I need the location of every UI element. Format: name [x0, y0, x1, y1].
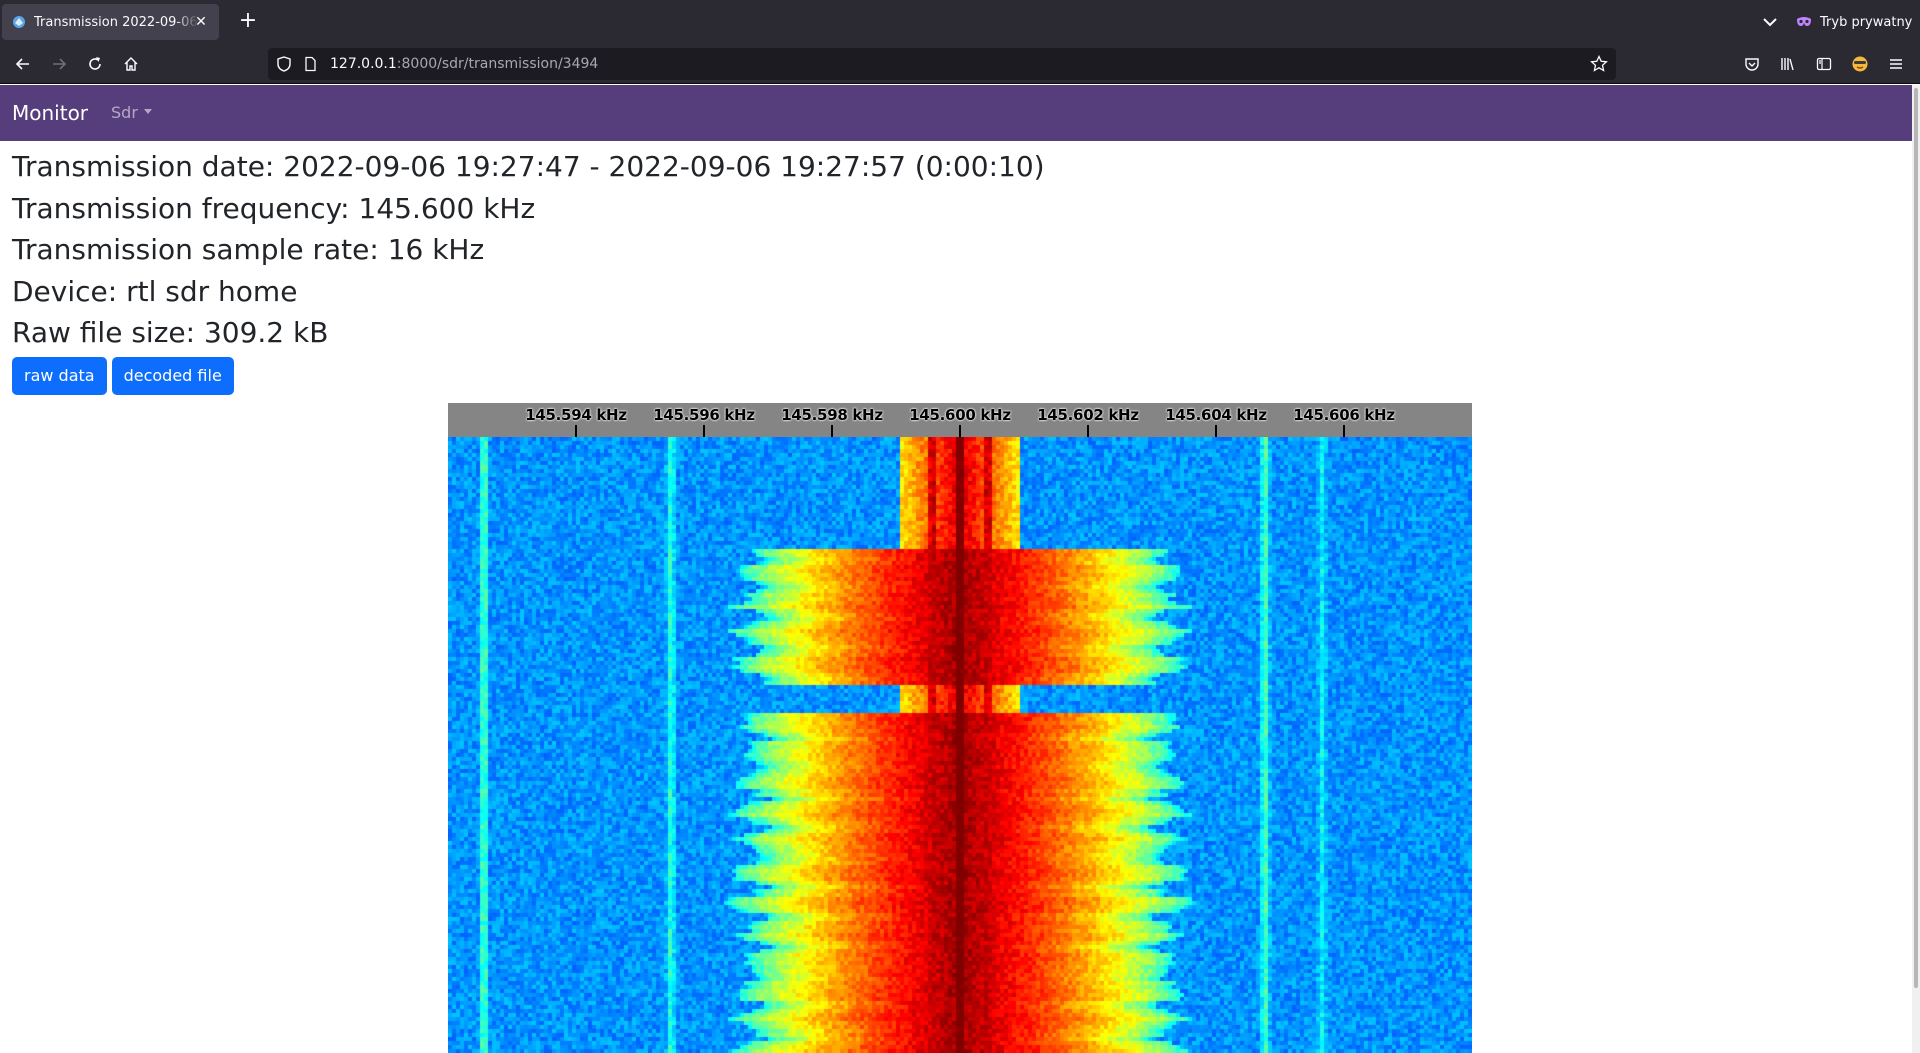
transmission-date: Transmission date: 2022-09-06 19:27:47 -… [12, 150, 1045, 183]
sidebar-button[interactable] [1810, 50, 1838, 78]
extension-emoji-icon [1852, 56, 1868, 72]
home-icon [124, 57, 138, 71]
reload-button[interactable] [81, 50, 109, 78]
library-icon [1781, 58, 1794, 71]
url-text[interactable]: 127.0.0.1:8000/sdr/transmission/3494 [330, 48, 598, 80]
pocket-icon [1745, 58, 1759, 71]
frequency-axis: 145.594 kHz 145.596 kHz 145.598 kHz 145.600… [448, 403, 1472, 437]
axis-tick-mark [959, 425, 961, 437]
dropdown-caret-icon [143, 109, 152, 114]
address-bar[interactable]: 127.0.0.1:8000/sdr/transmission/3494 [268, 48, 1616, 80]
sdr-dropdown-toggle[interactable]: Sdr [111, 85, 152, 141]
transmission-device: Device: rtl sdr home [12, 274, 298, 308]
sidebar-icon [1816, 57, 1832, 71]
tab-list-chevron-icon[interactable] [1758, 10, 1782, 34]
extension-button[interactable] [1846, 50, 1874, 78]
tracking-shield-icon[interactable] [276, 56, 292, 72]
forward-arrow-icon [53, 58, 67, 70]
back-arrow-icon [15, 58, 29, 70]
action-buttons: raw data decoded file [12, 357, 239, 395]
site-favicon-icon [13, 16, 25, 28]
axis-tick-label: 145.600 kHz [909, 406, 1011, 424]
raw-file-size: Raw file size: 309.2 kB [12, 316, 329, 350]
axis-tick-label: 145.594 kHz [525, 406, 627, 424]
site-navbar: Monitor Sdr [0, 85, 1920, 141]
bookmark-star-icon[interactable] [1590, 55, 1608, 73]
pocket-button[interactable] [1738, 50, 1766, 78]
url-host: 127.0.0.1 [330, 56, 397, 72]
axis-tick-mark [1343, 425, 1345, 437]
site-brand-link[interactable]: Monitor [12, 85, 88, 141]
new-tab-button[interactable]: + [234, 8, 262, 36]
axis-tick-label: 145.602 kHz [1037, 406, 1139, 424]
hamburger-menu-icon [1890, 59, 1902, 69]
app-menu-button[interactable] [1882, 50, 1910, 78]
browser-window: Transmission 2022-09-06 19:27:47 ✕ + Try… [0, 0, 1920, 1053]
forward-button[interactable] [45, 50, 73, 78]
library-button[interactable] [1774, 50, 1802, 78]
back-button[interactable] [9, 50, 37, 78]
reload-icon [89, 57, 101, 70]
transmission-details: Transmission date: 2022-09-06 19:27:47 -… [12, 146, 1902, 354]
navigation-toolbar: 127.0.0.1:8000/sdr/transmission/3494 [0, 44, 1920, 84]
page-scrollbar-thumb[interactable] [1914, 88, 1918, 988]
axis-tick-mark [703, 425, 705, 437]
axis-tick-mark [1087, 425, 1089, 437]
tab-close-icon[interactable]: ✕ [191, 12, 211, 32]
raw-data-button[interactable]: raw data [12, 357, 107, 395]
page-info-icon[interactable] [302, 56, 318, 72]
transmission-sample-rate: Transmission sample rate: 16 kHz [12, 233, 485, 267]
transmission-frequency: Transmission frequency: 145.600 kHz [12, 191, 536, 225]
sdr-menu-label: Sdr [111, 103, 138, 122]
axis-tick-label: 145.604 kHz [1165, 406, 1267, 424]
active-tab[interactable]: Transmission 2022-09-06 19:27:47 ✕ [2, 4, 219, 40]
private-mask-icon [1797, 17, 1811, 26]
private-mode-label: Tryb prywatny [1820, 14, 1913, 30]
axis-tick-mark [1215, 425, 1217, 437]
tab-strip: Transmission 2022-09-06 19:27:47 ✕ + Try… [0, 0, 1920, 44]
waterfall-image [448, 437, 1472, 1053]
axis-tick-mark [575, 425, 577, 437]
tab-title: Transmission 2022-09-06 19:27:47 [34, 14, 199, 30]
axis-tick-label: 145.596 kHz [653, 406, 755, 424]
axis-tick-mark [831, 425, 833, 437]
url-path: :8000/sdr/transmission/3494 [396, 56, 599, 72]
spectrogram: 145.594 kHz 145.596 kHz 145.598 kHz 145.600… [448, 403, 1472, 1053]
axis-tick-label: 145.598 kHz [781, 406, 883, 424]
axis-tick-label: 145.606 kHz [1293, 406, 1395, 424]
home-button[interactable] [117, 50, 145, 78]
decoded-file-button[interactable]: decoded file [111, 357, 234, 395]
private-mode-indicator: Tryb prywatny [1796, 0, 1912, 44]
